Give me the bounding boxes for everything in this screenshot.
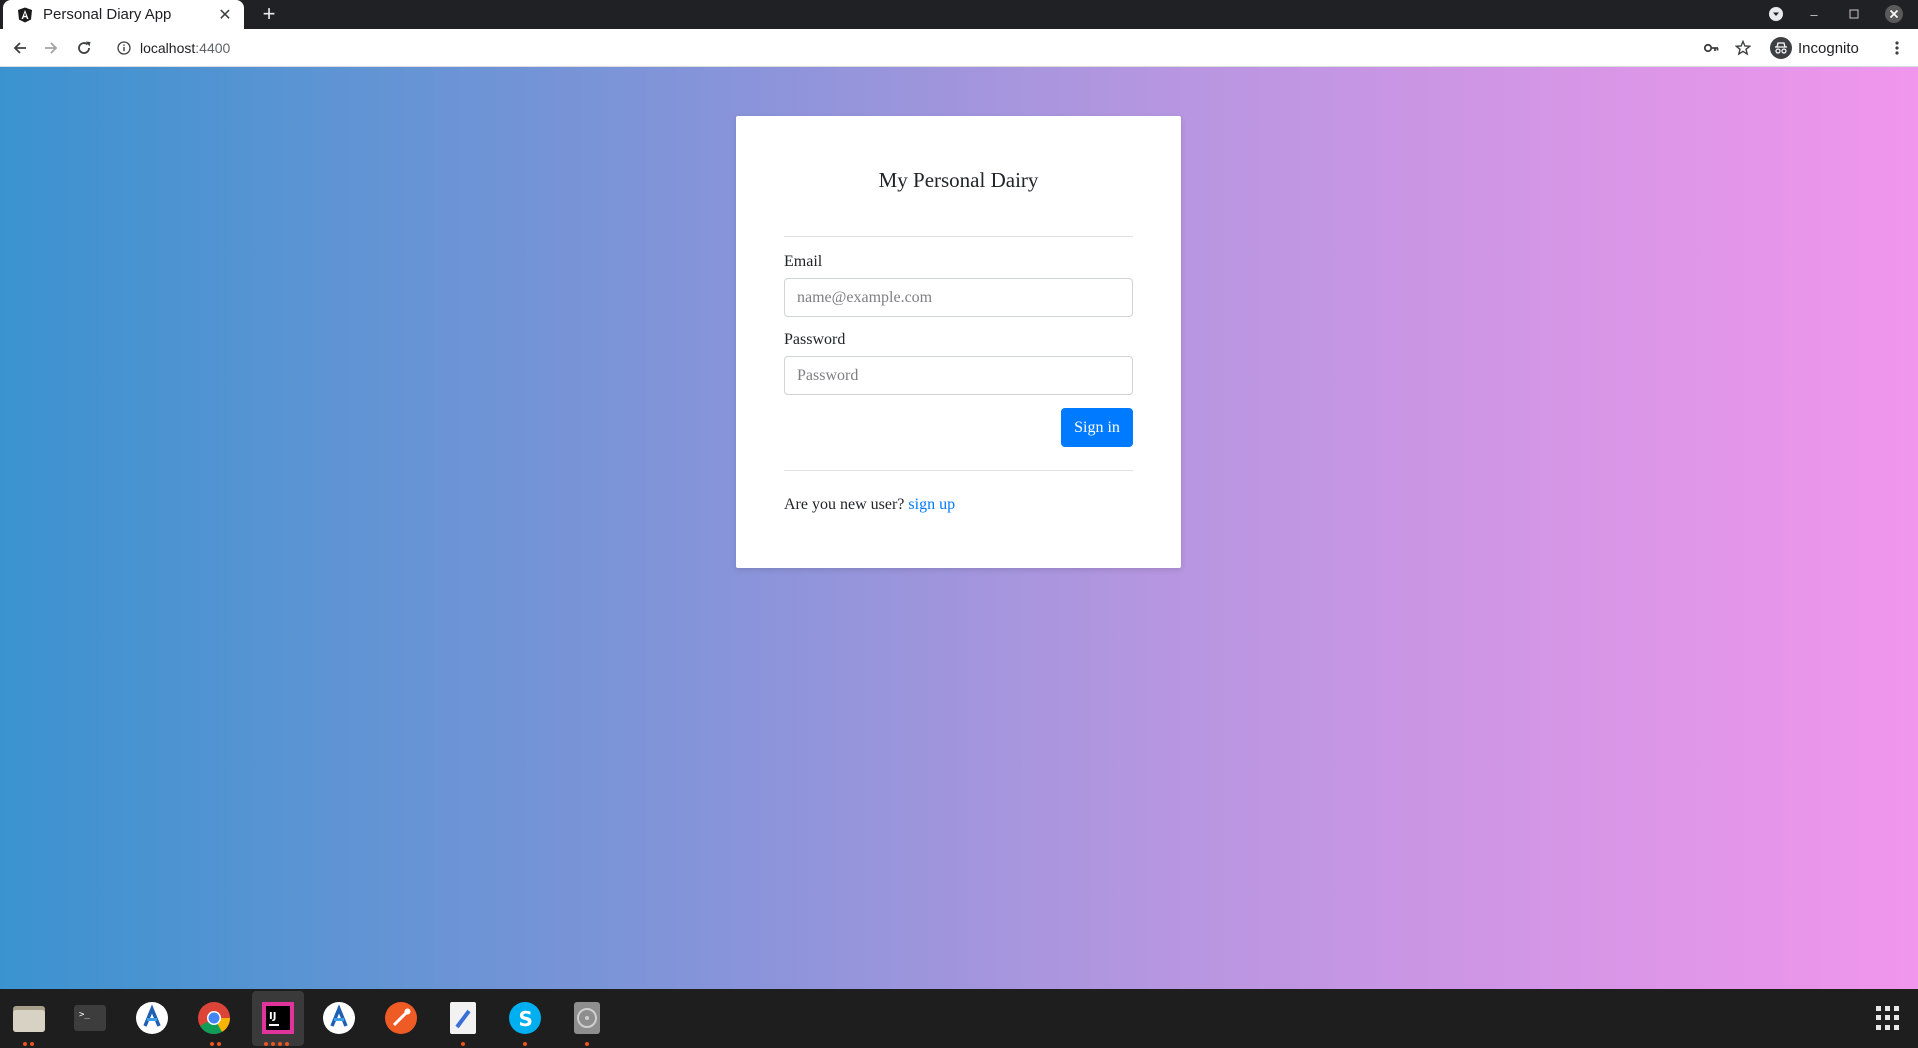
incognito-button[interactable]: Incognito — [1770, 34, 1872, 62]
sign-in-button[interactable]: Sign in — [1061, 408, 1133, 447]
files-icon[interactable] — [10, 999, 48, 1037]
incognito-label: Incognito — [1798, 39, 1859, 57]
reload-icon[interactable] — [71, 35, 97, 61]
running-indicator — [585, 1042, 589, 1046]
new-tab-icon[interactable]: + — [257, 1, 281, 26]
incognito-icon — [1770, 37, 1792, 59]
back-icon[interactable] — [7, 35, 33, 61]
page-title: My Personal Dairy — [878, 168, 1039, 192]
address-bar[interactable]: localhost:4400 — [140, 38, 230, 58]
angular-icon — [17, 7, 33, 23]
skype-icon[interactable]: S — [506, 999, 544, 1037]
more-menu-icon[interactable] — [1884, 35, 1910, 61]
login-card: My Personal Dairy Email Password Sign in… — [736, 116, 1181, 568]
tab-title: Personal Diary App — [43, 6, 172, 23]
chrome-icon[interactable] — [195, 999, 233, 1037]
svg-text:IJ: IJ — [269, 1011, 276, 1022]
disks-icon[interactable] — [568, 999, 606, 1037]
android-studio-icon[interactable] — [133, 999, 171, 1037]
svg-text:S: S — [519, 1007, 533, 1031]
browser-toolbar: localhost:4400 Incognito — [0, 29, 1918, 67]
browser-tab[interactable]: Personal Diary App ✕ — [3, 0, 244, 29]
maximize-icon[interactable] — [1843, 3, 1865, 25]
bookmark-star-icon[interactable] — [1730, 35, 1756, 61]
svg-text:>_: >_ — [79, 1010, 90, 1020]
divider — [784, 470, 1133, 471]
url-host: localhost — [140, 40, 196, 56]
page-background: My Personal Dairy Email Password Sign in… — [0, 67, 1918, 989]
running-indicator — [264, 1042, 289, 1046]
password-label: Password — [784, 331, 846, 348]
running-indicator — [23, 1042, 34, 1046]
minimize-icon[interactable]: – — [1803, 3, 1825, 25]
site-info-icon[interactable] — [111, 35, 137, 61]
running-indicator — [461, 1042, 465, 1046]
sign-up-link[interactable]: sign up — [908, 496, 955, 513]
postman-icon[interactable] — [382, 999, 420, 1037]
url-port: :4400 — [195, 40, 231, 56]
new-user-text: Are you new user? — [784, 496, 905, 513]
divider — [784, 236, 1133, 237]
running-indicator — [523, 1042, 527, 1046]
intellij-icon[interactable]: IJ — [259, 999, 297, 1037]
password-field[interactable] — [784, 356, 1133, 395]
text-editor-icon[interactable] — [444, 999, 482, 1037]
key-icon[interactable] — [1698, 35, 1724, 61]
close-tab-icon[interactable]: ✕ — [216, 6, 234, 24]
close-window-icon[interactable] — [1883, 3, 1905, 25]
show-applications-icon[interactable] — [1876, 1006, 1900, 1030]
tab-strip: Personal Diary App ✕ + – — [0, 0, 1918, 29]
email-field[interactable] — [784, 278, 1133, 317]
new-user-prompt: Are you new user? sign up — [784, 496, 955, 514]
tab-search-icon[interactable] — [1765, 3, 1787, 25]
os-taskbar: >_ IJ S — [0, 989, 1918, 1048]
forward-icon[interactable] — [38, 35, 64, 61]
email-label: Email — [784, 253, 823, 270]
android-studio-icon[interactable] — [320, 999, 358, 1037]
terminal-icon[interactable]: >_ — [71, 999, 109, 1037]
running-indicator — [210, 1042, 221, 1046]
